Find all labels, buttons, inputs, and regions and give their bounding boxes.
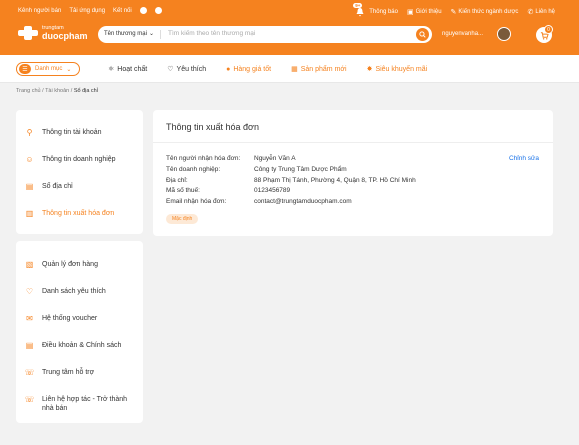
pharma-knowledge-link[interactable]: ✎ Kiến thức ngành dược <box>451 8 519 16</box>
sidebar-item-wishlist[interactable]: ♡ Danh sách yêu thích <box>24 286 136 297</box>
edit-link[interactable]: Chỉnh sửa <box>509 155 539 162</box>
zalo-icon[interactable] <box>154 7 162 14</box>
user-icon: ⚲ <box>26 128 33 137</box>
order-icon: ▧ <box>25 260 34 269</box>
search-category-value: Tên thương mại <box>104 30 147 37</box>
top-bar-right: 9+ Thông báo ▣ Giới thiệu ✎ Kiến thức ng… <box>353 3 555 17</box>
user-name[interactable]: nguyenvanha... <box>442 31 483 37</box>
category-label: Danh mục <box>35 66 63 72</box>
account-menu: ⚲ Thông tin tài khoản ☺ Thông tin doanh … <box>16 110 143 234</box>
breadcrumb-account[interactable]: Tài khoản <box>45 88 69 94</box>
contact-label: Liên hệ <box>535 9 555 15</box>
invoice-row: Email nhận hóa đơn: contact@trungtamduoc… <box>166 198 352 206</box>
nav-new-products[interactable]: ▦ Sản phẩm mới <box>291 65 346 74</box>
invoice-card: Thông tin xuất hóa đơn Chỉnh sửa Tên ngư… <box>153 110 553 236</box>
info-icon: ▣ <box>406 9 414 16</box>
fire-icon: ● <box>226 65 231 73</box>
sidebar-item-address-book[interactable]: ▤ Sổ địa chỉ <box>24 181 136 192</box>
invoice-row: Tên người nhận hóa đơn: Nguyễn Văn A <box>166 155 296 162</box>
logo-line2: duocpham <box>42 30 88 41</box>
voucher-icon: ✉ <box>26 314 33 323</box>
avatar[interactable] <box>497 27 511 41</box>
sidebar-item-invoice-info[interactable]: ▥ Thông tin xuất hóa đơn <box>24 208 136 219</box>
category-menu-button[interactable]: ☰ Danh mục ⌄ <box>16 62 80 76</box>
invoice-row: Mã số thuế: 0123456789 <box>166 187 291 195</box>
invoice-row: Địa chỉ: 88 Phạm Thị Tánh, Phường 4, Quậ… <box>166 176 416 184</box>
search-button[interactable] <box>416 28 429 41</box>
cart-count-badge: 0 <box>544 25 553 34</box>
molecule-icon: ⚛ <box>108 66 115 73</box>
nav-active-ingredient[interactable]: ⚛ Hoạt chất <box>108 65 147 74</box>
partner-icon: ☏ <box>24 395 35 404</box>
notifications-link[interactable]: 9+ Thông báo <box>353 3 398 17</box>
invoice-row: Tên doanh nghiệp: Công ty Trung Tâm Dược… <box>166 165 347 173</box>
default-badge: Mặc định <box>166 214 199 224</box>
divider <box>153 142 553 143</box>
sidebar-item-orders[interactable]: ▧ Quản lý đơn hàng <box>24 259 136 270</box>
seller-channel-link[interactable]: Kênh người bán <box>18 8 61 14</box>
breadcrumb: Trang chủ / Tài khoản / Sổ địa chỉ <box>16 88 98 94</box>
search-icon <box>419 31 426 38</box>
menu-icon: ☰ <box>19 64 31 74</box>
main-nav: ☰ Danh mục ⌄ ⚛ Hoạt chất ♡ Yêu thích ● H… <box>0 55 579 83</box>
download-app-link[interactable]: Tải ứng dụng <box>69 8 105 14</box>
sidebar-item-business-info[interactable]: ☺ Thông tin doanh nghiệp <box>24 154 136 165</box>
support-menu: ▧ Quản lý đơn hàng ♡ Danh sách yêu thích… <box>16 241 143 423</box>
group-icon: ☺ <box>25 155 34 164</box>
top-bar: Kênh người bán Tải ứng dụng Kết nối 9+ T… <box>0 0 579 22</box>
breadcrumb-home[interactable]: Trang chủ <box>16 88 41 94</box>
address-book-icon: ▤ <box>25 182 34 191</box>
about-label: Giới thiệu <box>415 9 442 15</box>
search-bar: Tên thương mại ⌄ Tìm kiếm theo tên thươn… <box>98 26 432 43</box>
nav-favorites[interactable]: ♡ Yêu thích <box>167 65 206 74</box>
gift-icon: ▦ <box>291 66 298 73</box>
search-category-select[interactable]: Tên thương mại ⌄ <box>104 30 155 38</box>
sale-icon: ✸ <box>366 66 373 73</box>
site-header: Kênh người bán Tải ứng dụng Kết nối 9+ T… <box>0 0 579 55</box>
connect-label: Kết nối <box>113 7 132 14</box>
support-icon: ☏ <box>24 368 35 377</box>
chevron-down-icon: ⌄ <box>148 31 155 37</box>
search-input[interactable]: Tìm kiếm theo tên thương mại <box>168 30 255 37</box>
heart-icon: ♡ <box>25 287 34 296</box>
nav-super-sale[interactable]: ✸ Siêu khuyến mãi <box>366 65 428 74</box>
invoice-details: Tên người nhận hóa đơn: Nguyễn Văn A Tên… <box>166 155 416 209</box>
facebook-icon[interactable] <box>139 7 147 14</box>
pharma-knowledge-label: Kiến thức ngành dược <box>458 9 519 15</box>
contact-link[interactable]: ✆ Liên hệ <box>527 8 555 16</box>
bell-icon: 9+ <box>353 3 367 17</box>
notifications-label: Thông báo <box>369 9 398 15</box>
sidebar-item-account-info[interactable]: ⚲ Thông tin tài khoản <box>24 127 136 138</box>
sidebar-item-terms[interactable]: ▤ Điều khoản & Chính sách <box>24 340 136 351</box>
page-title: Thông tin xuất hóa đơn <box>166 122 259 132</box>
document-icon: ▤ <box>25 341 34 350</box>
phone-icon: ✆ <box>527 9 534 16</box>
sidebar-item-partner[interactable]: ☏ Liên hệ hợp tác - Trở thành nhà bán <box>24 394 136 413</box>
sidebar-item-voucher[interactable]: ✉ Hệ thống voucher <box>24 313 136 324</box>
search-divider <box>160 30 161 39</box>
notification-count-badge: 9+ <box>353 3 363 8</box>
sidebar-item-support[interactable]: ☏ Trung tâm hỗ trợ <box>24 367 136 378</box>
leaf-icon: ✎ <box>450 9 457 16</box>
heart-icon: ♡ <box>167 66 174 73</box>
invoice-icon: ▥ <box>25 209 34 218</box>
about-link[interactable]: ▣ Giới thiệu <box>407 8 442 16</box>
site-logo[interactable]: trungtam duocpham <box>18 25 88 41</box>
nav-good-price[interactable]: ● Hàng giá tốt <box>226 65 271 73</box>
chevron-down-icon: ⌄ <box>66 66 72 73</box>
breadcrumb-current: Sổ địa chỉ <box>73 88 98 94</box>
logo-cross-icon <box>18 26 38 41</box>
top-bar-left: Kênh người bán Tải ứng dụng Kết nối <box>18 7 162 14</box>
